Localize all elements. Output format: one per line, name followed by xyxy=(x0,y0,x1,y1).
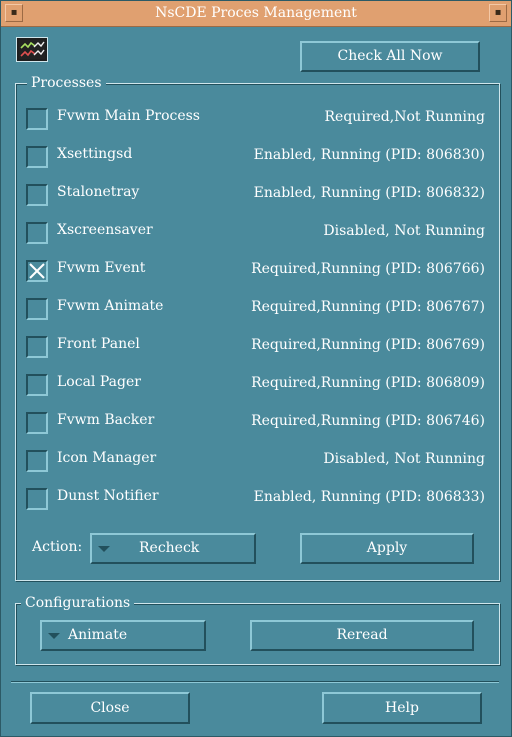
help-button[interactable]: Help xyxy=(322,692,482,724)
process-checkbox[interactable] xyxy=(26,184,48,206)
process-name: Xscreensaver xyxy=(57,222,153,238)
action-label: Action: xyxy=(32,539,83,555)
process-name: Fvwm Main Process xyxy=(57,108,200,124)
process-status: Disabled, Not Running xyxy=(323,451,485,467)
close-button[interactable]: Close xyxy=(30,692,190,724)
process-status: Required,Running (PID: 806769) xyxy=(251,337,485,353)
check-all-now-button[interactable]: Check All Now xyxy=(300,41,480,72)
action-select[interactable]: Recheck xyxy=(90,533,256,564)
process-status: Required,Not Running xyxy=(324,109,485,125)
app-icon xyxy=(16,37,48,62)
process-management-window: ▪ NsCDE Proces Management ▪ Check All No… xyxy=(0,0,512,737)
window-maximize-button[interactable]: ▪ xyxy=(489,4,507,22)
action-select-value: Recheck xyxy=(139,540,200,556)
process-name: Xsettingsd xyxy=(57,146,133,162)
process-status: Disabled, Not Running xyxy=(323,223,485,239)
process-name: Front Panel xyxy=(57,336,140,352)
process-status: Required,Running (PID: 806809) xyxy=(251,375,485,391)
chevron-down-icon xyxy=(48,623,60,650)
process-status: Enabled, Running (PID: 806833) xyxy=(253,489,485,505)
process-status: Required,Running (PID: 806766) xyxy=(251,261,485,277)
processes-legend: Processes xyxy=(27,75,106,91)
process-checkbox[interactable] xyxy=(26,374,48,396)
process-checkbox[interactable] xyxy=(26,488,48,510)
process-name: Icon Manager xyxy=(57,450,157,466)
process-checkbox[interactable] xyxy=(26,108,48,130)
apply-button[interactable]: Apply xyxy=(300,533,474,564)
process-name: Fvwm Backer xyxy=(57,412,155,428)
process-checkbox[interactable] xyxy=(26,336,48,358)
process-status: Required,Running (PID: 806746) xyxy=(251,413,485,429)
process-checkbox[interactable] xyxy=(26,450,48,472)
configuration-select[interactable]: Animate xyxy=(40,620,206,651)
process-status: Enabled, Running (PID: 806830) xyxy=(253,147,485,163)
process-checkbox[interactable] xyxy=(26,146,48,168)
configurations-legend: Configurations xyxy=(21,595,135,611)
process-status: Enabled, Running (PID: 806832) xyxy=(253,185,485,201)
footer-divider xyxy=(11,681,499,683)
chevron-down-icon xyxy=(98,536,110,563)
configuration-select-value: Animate xyxy=(68,627,128,643)
process-checkbox[interactable] xyxy=(26,298,48,320)
process-checkbox[interactable] xyxy=(26,260,48,282)
process-monitor-icon xyxy=(19,40,45,59)
process-name: Stalonetray xyxy=(57,184,140,200)
reread-button[interactable]: Reread xyxy=(250,620,474,651)
title-bar[interactable]: ▪ NsCDE Proces Management ▪ xyxy=(1,1,511,27)
process-checkbox[interactable] xyxy=(26,222,48,244)
checkmark-x-icon xyxy=(29,263,45,279)
window-title: NsCDE Proces Management xyxy=(155,5,357,21)
process-checkbox[interactable] xyxy=(26,412,48,434)
process-name: Local Pager xyxy=(57,374,141,390)
process-name: Fvwm Event xyxy=(57,260,146,276)
process-name: Fvwm Animate xyxy=(57,298,164,314)
process-name: Dunst Notifier xyxy=(57,488,159,504)
process-status: Required,Running (PID: 806767) xyxy=(251,299,485,315)
